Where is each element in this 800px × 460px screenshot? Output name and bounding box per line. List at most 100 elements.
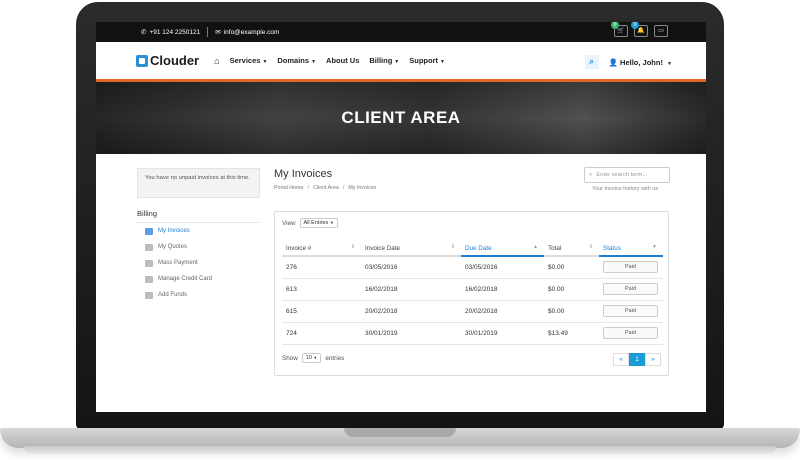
sort-icon: ⇕: [450, 244, 455, 250]
topbar-actions: 🛒 0 🔔 0 ▭: [611, 22, 668, 37]
sidebar-item-label: My Quotes: [158, 244, 188, 250]
caret-down-icon: ▼: [313, 355, 318, 360]
breadcrumb-client-area[interactable]: Client Area: [313, 185, 339, 191]
sidebar-item-my-invoices[interactable]: My Invoices: [137, 223, 260, 239]
column-status[interactable]: Status ▼: [599, 241, 663, 257]
sidebar-item-manage-credit-card[interactable]: Manage Credit Card: [137, 271, 260, 287]
nav-services[interactable]: Services ▼: [230, 56, 268, 65]
hero-banner: CLIENT AREA: [96, 82, 706, 154]
envelope-icon: ✉: [215, 29, 221, 36]
cart-button[interactable]: 🛒 0: [611, 22, 628, 37]
search-button[interactable]: ⌕: [584, 55, 599, 69]
search-subtitle: Your invoice history with us: [592, 186, 659, 192]
column-label: Invoice #: [286, 244, 312, 252]
cell-invoice: 276: [282, 256, 361, 279]
sort-asc-icon: ▲: [533, 244, 538, 250]
document-icon: [145, 227, 153, 235]
caret-down-icon: ▼: [394, 59, 400, 65]
laptop-notch: [344, 428, 456, 437]
toggle-icon: ▭: [658, 28, 664, 34]
cell-total: $0.00: [544, 300, 599, 323]
sidebar-item-add-funds[interactable]: Add Funds: [137, 287, 260, 303]
credit-card-icon: [145, 275, 153, 283]
pagination-next-button[interactable]: »: [645, 353, 661, 366]
sort-icon: ⇕: [350, 244, 355, 250]
breadcrumb-separator: /: [342, 185, 345, 191]
top-bar: ✆ +91 124 2250121 ✉ info@example.com 🛒 0…: [96, 22, 706, 42]
sidebar-item-my-quotes[interactable]: My Quotes: [137, 239, 260, 255]
column-invoice-number[interactable]: Invoice # ⇕: [282, 241, 361, 257]
cell-invoice: 724: [282, 322, 361, 345]
nav-domains[interactable]: Domains ▼: [277, 56, 316, 65]
divider: [207, 27, 209, 37]
view-select[interactable]: All Entries ▼: [299, 218, 338, 228]
cell-status: Paid: [599, 300, 663, 323]
show-label: Show: [282, 354, 298, 362]
nav-about-us[interactable]: About Us: [326, 56, 359, 65]
email-address: info@example.com: [223, 28, 280, 36]
breadcrumb-current: My Invoices: [348, 185, 377, 191]
table-row[interactable]: 613 16/02/2018 16/02/2018 $0.00 Paid: [282, 278, 663, 301]
sidebar-menu: My Invoices My Quotes Mass Payment Manag…: [137, 222, 260, 303]
pagination: « 1 »: [613, 353, 661, 366]
home-icon[interactable]: ⌂: [214, 56, 219, 66]
status-badge: Paid: [603, 261, 658, 274]
column-due-date[interactable]: Due Date ▲: [461, 241, 544, 257]
invoices-table: Invoice # ⇕ Invoice Date ⇕ Due Date ▲ Total…: [282, 241, 663, 345]
cell-total: $13.49: [544, 322, 599, 345]
status-badge: Paid: [603, 305, 658, 317]
cell-status: Paid: [599, 256, 663, 279]
column-invoice-date[interactable]: Invoice Date ⇕: [361, 241, 461, 257]
cell-total: $0.00: [544, 256, 599, 279]
account-toggle-button[interactable]: ▭: [654, 25, 668, 37]
laptop-foot: [24, 446, 776, 454]
page-size-control: Show 10 ▼ entries: [282, 353, 344, 363]
cell-due-date: 30/01/2019: [461, 322, 544, 345]
logo-text: Clouder: [150, 53, 200, 68]
page-size-select[interactable]: 10 ▼: [301, 353, 322, 363]
entries-label: entries: [325, 354, 345, 362]
cell-invoice-date: 30/01/2019: [361, 322, 461, 345]
phone-contact[interactable]: ✆ +91 124 2250121: [141, 28, 201, 37]
sidebar-item-label: Add Funds: [158, 292, 188, 298]
table-row[interactable]: 615 20/02/2018 20/02/2018 $0.00 Paid: [282, 300, 663, 323]
site-logo[interactable]: Clouder: [136, 53, 199, 68]
cell-due-date: 03/05/2016: [461, 256, 544, 279]
search-icon: ⌕: [589, 171, 593, 178]
sidebar-item-label: My Invoices: [158, 228, 190, 234]
nav-label: Domains: [277, 56, 310, 65]
cell-due-date: 16/02/2018: [461, 278, 544, 301]
user-menu[interactable]: 👤 Hello, John! ▼: [609, 58, 672, 67]
invoices-panel: View All Entries ▼ Invoice # ⇕ Invoice Da…: [274, 211, 669, 376]
page-size-value: 10: [305, 355, 312, 361]
logo-icon: [136, 54, 148, 67]
view-select-value: All Entries: [303, 220, 329, 226]
nav-links: ⌂ Services ▼ Domains ▼ About Us Billing ▼ S…: [214, 56, 445, 66]
email-contact[interactable]: ✉ info@example.com: [215, 28, 280, 37]
pagination-previous-button[interactable]: «: [613, 353, 629, 366]
table-row[interactable]: 276 03/05/2016 03/05/2016 $0.00 Paid: [282, 256, 663, 279]
nav-billing[interactable]: Billing ▼: [369, 56, 399, 65]
cell-invoice: 613: [282, 278, 361, 301]
funds-icon: [145, 291, 153, 299]
main-navbar: Clouder ⌂ Services ▼ Domains ▼ About Us Bi…: [96, 42, 706, 82]
phone-number: +91 124 2250121: [149, 28, 201, 36]
caret-down-icon: ▼: [440, 59, 445, 65]
sidebar-item-label: Manage Credit Card: [158, 276, 213, 282]
table-header-row: Invoice # ⇕ Invoice Date ⇕ Due Date ▲ Total…: [282, 241, 663, 257]
nav-support[interactable]: Support ▼: [409, 56, 445, 65]
sidebar-heading: Billing: [137, 209, 158, 218]
pagination-page-button[interactable]: 1: [629, 353, 645, 366]
content-area: You have no unpaid invoices at this time…: [96, 154, 706, 409]
status-badge: Paid: [603, 283, 658, 295]
notifications-button[interactable]: 🔔 0: [631, 22, 648, 37]
cell-status: Paid: [599, 278, 663, 301]
column-label: Invoice Date: [365, 244, 401, 252]
table-row[interactable]: 724 30/01/2019 30/01/2019 $13.49 Paid: [282, 322, 663, 345]
invoice-search-input[interactable]: ⌕ Enter search term...: [584, 167, 670, 183]
sidebar-item-mass-payment[interactable]: Mass Payment: [137, 255, 260, 271]
view-label: View: [282, 219, 296, 227]
page-title: My Invoices: [274, 168, 333, 180]
breadcrumb-portal-home[interactable]: Portal Home: [274, 185, 303, 191]
column-total[interactable]: Total ⇕: [544, 241, 599, 257]
